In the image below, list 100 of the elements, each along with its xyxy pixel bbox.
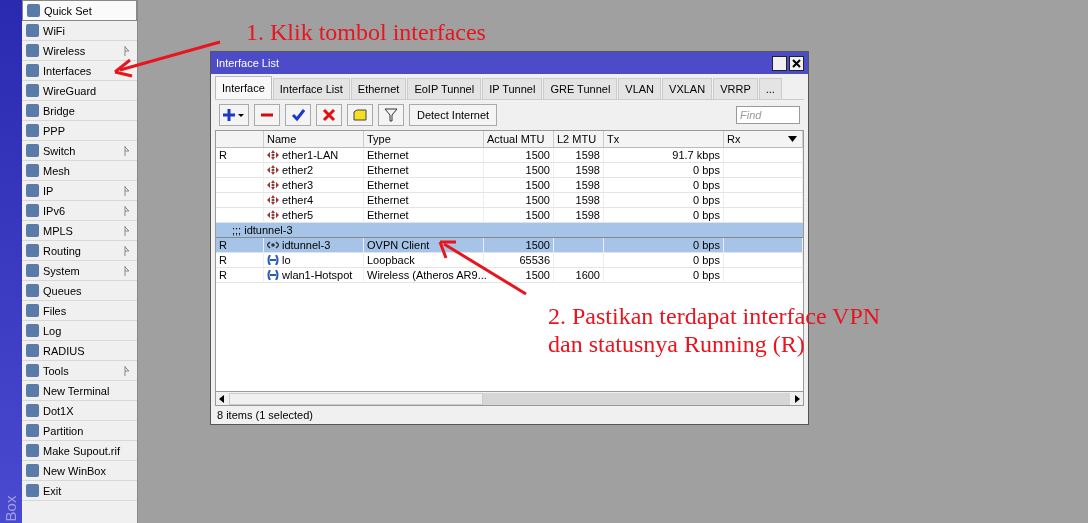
menu-item[interactable]: Wireless bbox=[22, 41, 137, 61]
comment-row[interactable]: ;;; idtunnel-3 bbox=[216, 223, 803, 238]
interface-name[interactable]: ether1-LAN bbox=[282, 149, 339, 161]
menu-item[interactable]: New Terminal bbox=[22, 381, 137, 401]
menu-item[interactable]: Files bbox=[22, 301, 137, 321]
menu-item[interactable]: Switch bbox=[22, 141, 137, 161]
column-header[interactable]: Actual MTU bbox=[484, 131, 554, 148]
detect-internet-button[interactable]: Detect Internet bbox=[409, 104, 498, 126]
menu-item[interactable]: WireGuard bbox=[22, 81, 137, 101]
plus-icon bbox=[223, 108, 245, 122]
status-text: 8 items (1 selected) bbox=[216, 408, 314, 423]
table-cell: Wireless (Atheros AR9... bbox=[364, 268, 484, 283]
table-cell: Ethernet bbox=[364, 163, 484, 178]
tab[interactable]: Interface bbox=[215, 76, 272, 99]
interface-name[interactable]: wlan1-Hotspot bbox=[282, 269, 353, 281]
column-header[interactable]: Type bbox=[364, 131, 484, 148]
menu-item[interactable]: Routing bbox=[22, 241, 137, 261]
find-field[interactable]: Find bbox=[736, 106, 800, 124]
maximize-button[interactable] bbox=[772, 55, 787, 71]
table-cell: R bbox=[216, 268, 264, 283]
wireless-icon bbox=[267, 270, 279, 280]
interface-name[interactable]: ether2 bbox=[282, 164, 314, 176]
table-cell: 1598 bbox=[554, 163, 604, 178]
add-button[interactable] bbox=[219, 104, 249, 126]
dropdown-icon[interactable] bbox=[788, 136, 797, 142]
table-cell: 1598 bbox=[554, 193, 604, 208]
menu-label: New WinBox bbox=[43, 464, 106, 477]
menu-item[interactable]: New WinBox bbox=[22, 461, 137, 481]
column-header[interactable]: Tx bbox=[604, 131, 724, 148]
menu-item[interactable]: MPLS bbox=[22, 221, 137, 241]
menu-item[interactable]: Quick Set bbox=[22, 0, 137, 21]
menu-label: Exit bbox=[43, 484, 62, 497]
tile-icon bbox=[26, 84, 39, 97]
menu-label: Routing bbox=[43, 244, 81, 257]
table-cell: Loopback bbox=[364, 253, 484, 268]
enable-button[interactable] bbox=[285, 104, 311, 126]
menu-item[interactable]: Log bbox=[22, 321, 137, 341]
tab[interactable]: IP Tunnel bbox=[482, 78, 543, 99]
menu-item[interactable]: PPP bbox=[22, 121, 137, 141]
tab[interactable]: Ethernet bbox=[350, 78, 407, 99]
menu-item[interactable]: IPv6 bbox=[22, 201, 137, 221]
table-cell: 0 bps bbox=[604, 178, 724, 193]
ethernet-icon bbox=[267, 165, 279, 175]
tile-icon bbox=[26, 64, 39, 77]
table-cell: 1600 bbox=[554, 268, 604, 283]
tab[interactable]: VRRP bbox=[713, 78, 758, 99]
menu-label: WireGuard bbox=[43, 84, 97, 97]
tile-icon bbox=[26, 244, 39, 257]
menu-item[interactable]: Interfaces bbox=[22, 61, 137, 81]
tab[interactable]: ... bbox=[758, 78, 782, 99]
filter-button[interactable] bbox=[378, 104, 404, 126]
menu-item[interactable]: System bbox=[22, 261, 137, 281]
menu-item[interactable]: Make Supout.rif bbox=[22, 441, 137, 461]
interface-name[interactable]: lo bbox=[282, 254, 291, 266]
menu-label: Mesh bbox=[43, 164, 70, 177]
interface-name[interactable]: ether5 bbox=[282, 209, 314, 221]
close-button[interactable] bbox=[789, 55, 804, 71]
interface-name[interactable]: ether4 bbox=[282, 194, 314, 206]
table-cell: 91.7 kbps bbox=[604, 148, 724, 163]
table-cell: 1598 bbox=[554, 178, 604, 193]
interface-name[interactable]: ether3 bbox=[282, 179, 314, 191]
table-cell: 1500 bbox=[484, 163, 554, 178]
tab[interactable]: GRE Tunnel bbox=[543, 78, 618, 99]
menu-item[interactable]: IP bbox=[22, 181, 137, 201]
table-cell: 0 bps bbox=[604, 193, 724, 208]
comment-button[interactable] bbox=[347, 104, 373, 126]
column-header[interactable]: Rx bbox=[724, 131, 803, 148]
menu-label: Files bbox=[43, 304, 67, 317]
menu-label: RADIUS bbox=[43, 344, 85, 357]
column-header[interactable]: L2 MTU bbox=[554, 131, 604, 148]
menu-item[interactable]: Queues bbox=[22, 281, 137, 301]
menu-item[interactable]: Partition bbox=[22, 421, 137, 441]
menu-item[interactable]: Mesh bbox=[22, 161, 137, 181]
menu-item[interactable]: WiFi bbox=[22, 21, 137, 41]
menu-item[interactable]: Dot1X bbox=[22, 401, 137, 421]
table-cell: 0 bps bbox=[604, 253, 724, 268]
tile-icon bbox=[26, 124, 39, 137]
remove-button[interactable] bbox=[254, 104, 280, 126]
tile-icon bbox=[26, 104, 39, 117]
tab[interactable]: VXLAN bbox=[662, 78, 713, 99]
disable-button[interactable] bbox=[316, 104, 342, 126]
tile-icon bbox=[26, 264, 39, 277]
column-header[interactable]: Name bbox=[264, 131, 364, 148]
tab[interactable]: VLAN bbox=[618, 78, 662, 99]
tile-icon bbox=[26, 324, 39, 337]
menu-label: WiFi bbox=[43, 24, 65, 37]
menu-item[interactable]: RADIUS bbox=[22, 341, 137, 361]
tile-icon bbox=[26, 184, 39, 197]
horizontal-scrollbar[interactable] bbox=[216, 391, 803, 405]
ethernet-icon bbox=[267, 210, 279, 220]
table-cell: R bbox=[216, 148, 264, 163]
table-cell: Ethernet bbox=[364, 148, 484, 163]
tab[interactable]: Interface List bbox=[272, 78, 350, 99]
app-label: Box bbox=[2, 495, 20, 522]
menu-item[interactable]: Tools bbox=[22, 361, 137, 381]
tile-icon bbox=[26, 424, 39, 437]
table-cell: 65536 bbox=[484, 253, 554, 268]
menu-item[interactable]: Exit bbox=[22, 481, 137, 501]
menu-item[interactable]: Bridge bbox=[22, 101, 137, 121]
tab[interactable]: EoIP Tunnel bbox=[407, 78, 482, 99]
